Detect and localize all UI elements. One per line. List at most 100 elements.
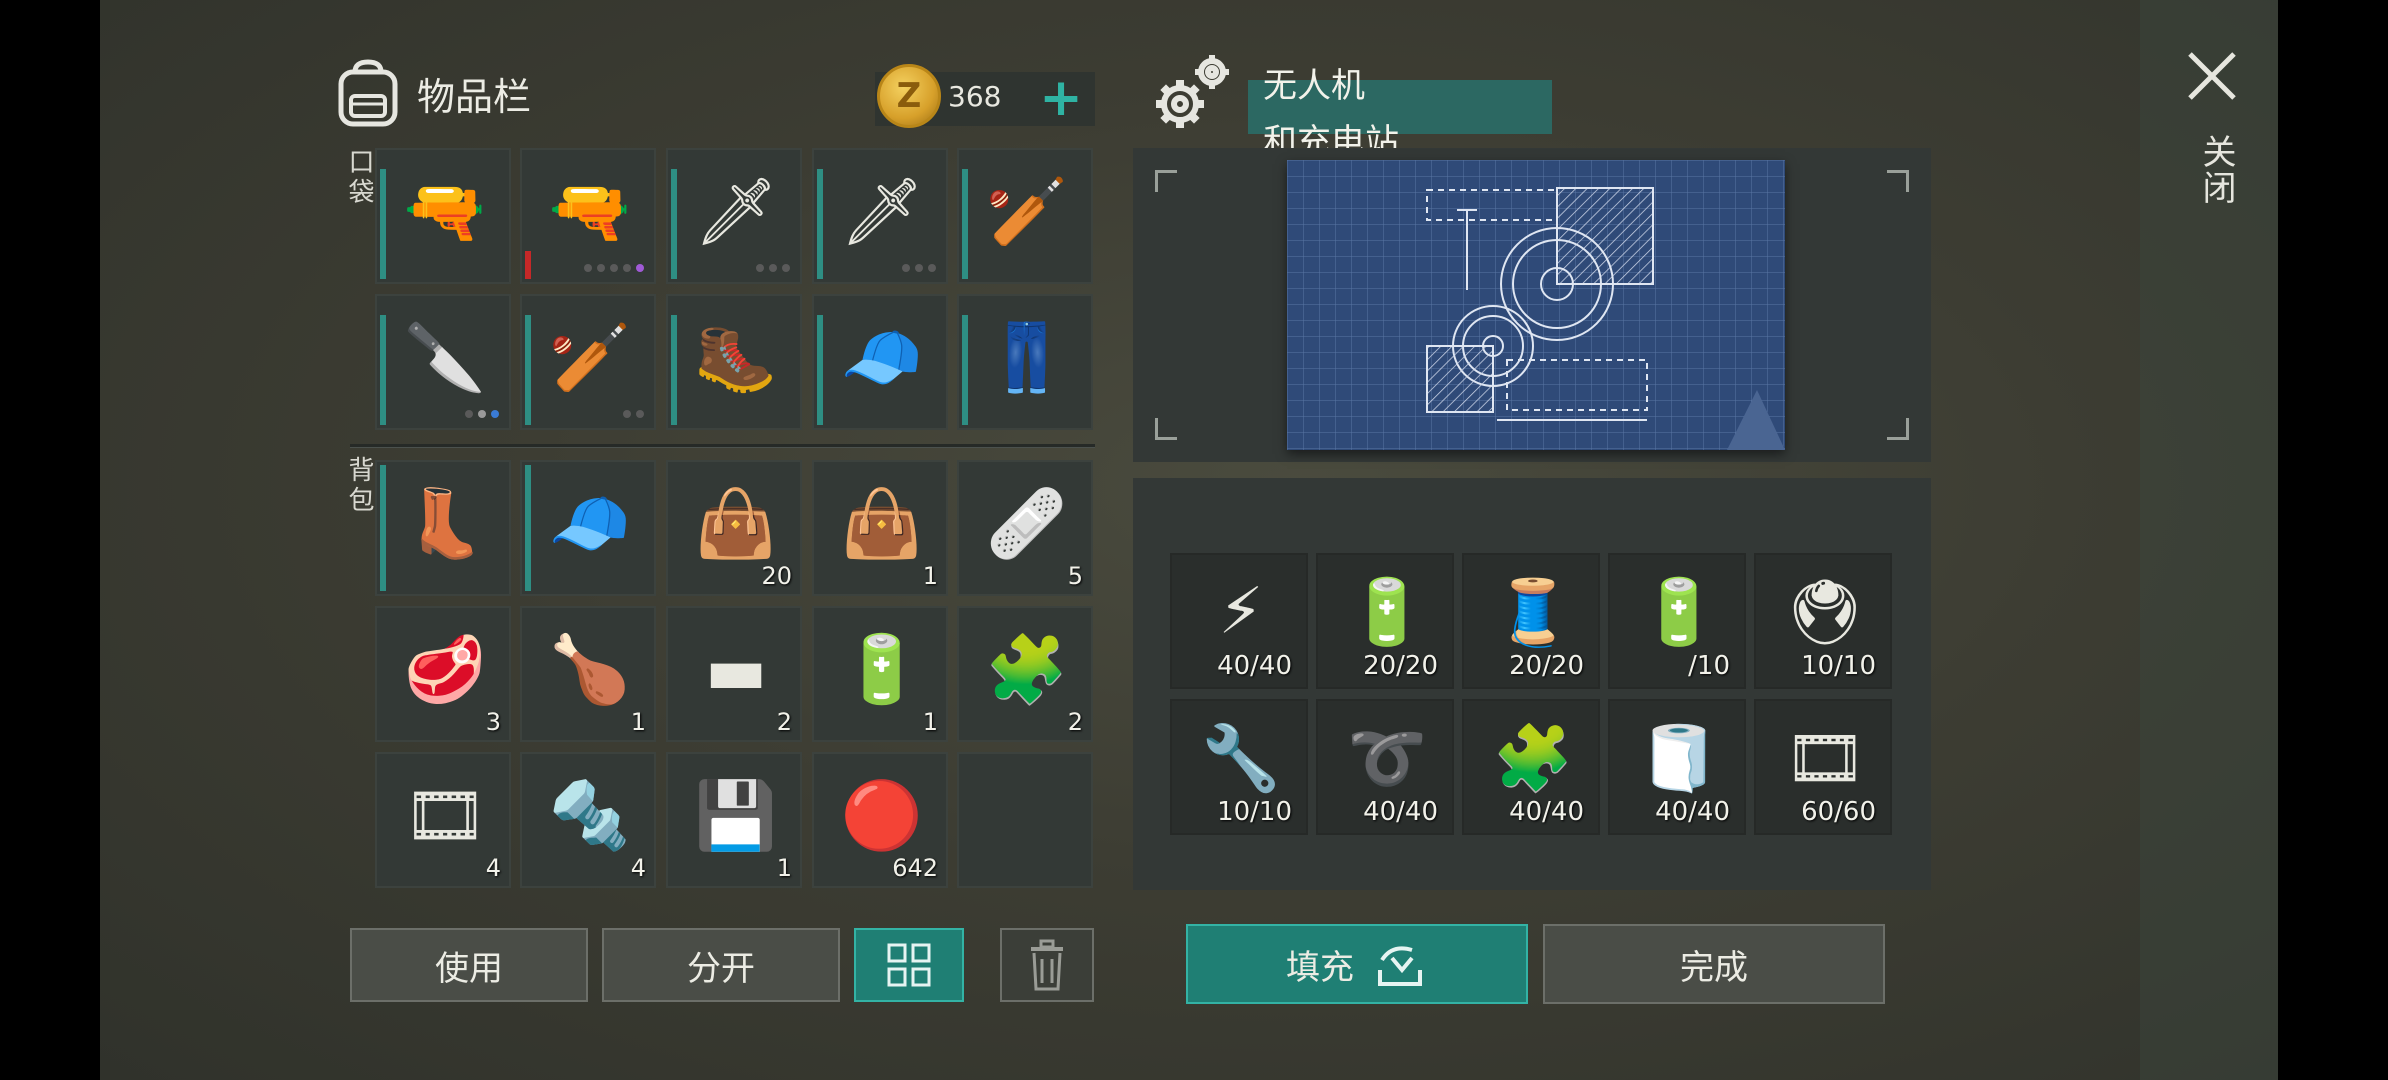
coin-amount: 368 bbox=[948, 80, 1002, 113]
inventory-slot[interactable]: 👖 bbox=[957, 294, 1093, 430]
quality-dot bbox=[597, 264, 605, 272]
quality-dot bbox=[769, 264, 777, 272]
baseball-bat-icon: 🏏 bbox=[548, 319, 632, 396]
material-slot[interactable]: 🔋 20/20 bbox=[1316, 553, 1454, 689]
inventory-slot[interactable]: 🔫 bbox=[520, 148, 656, 284]
use-button[interactable]: 使用 bbox=[350, 928, 588, 1002]
inventory-slot[interactable]: 👜 1 bbox=[812, 460, 948, 596]
transistor-icon: ⚡ bbox=[1218, 575, 1264, 649]
inventory-slot[interactable]: 🗡 bbox=[666, 148, 802, 284]
quality-dot bbox=[782, 264, 790, 272]
durability-bar bbox=[671, 315, 677, 425]
empty-slot[interactable] bbox=[957, 752, 1093, 888]
material-slot[interactable]: 🧵 20/20 bbox=[1462, 553, 1600, 689]
quality-dot bbox=[465, 410, 473, 418]
inventory-slot[interactable]: 🧢 bbox=[520, 460, 656, 596]
quality-dot bbox=[623, 264, 631, 272]
inventory-slot[interactable]: 🔩 4 bbox=[520, 752, 656, 888]
durability-bar bbox=[525, 465, 531, 591]
durability-bar bbox=[817, 315, 823, 425]
inventory-slot[interactable]: 🔴 642 bbox=[812, 752, 948, 888]
blue-tape-icon: 🎞 bbox=[1784, 721, 1866, 796]
inventory-slot[interactable]: 🏏 bbox=[520, 294, 656, 430]
first-aid-bag-icon: 👜 bbox=[694, 485, 778, 562]
inventory-slot[interactable]: 🎞 4 bbox=[375, 752, 511, 888]
quality-dot bbox=[928, 264, 936, 272]
durability-bar bbox=[817, 169, 823, 279]
beanie-icon: 🧢 bbox=[548, 485, 632, 562]
boots-icon: 🥾 bbox=[694, 319, 778, 396]
durability-bar bbox=[380, 169, 386, 279]
inventory-slot[interactable]: 🔫 bbox=[375, 148, 511, 284]
durability-bar bbox=[525, 251, 531, 279]
inventory-slot[interactable]: 👢 bbox=[375, 460, 511, 596]
fill-button-label: 填充 bbox=[1286, 947, 1354, 988]
split-button[interactable]: 分开 bbox=[602, 928, 840, 1002]
backpack-label: 背包 bbox=[344, 456, 374, 516]
grenade-launcher-icon: 🔫 bbox=[403, 173, 487, 250]
camo-pants-icon: 👖 bbox=[985, 319, 1069, 396]
blueprint-image bbox=[1287, 160, 1785, 450]
close-icon[interactable] bbox=[2182, 46, 2242, 106]
quality-dot bbox=[636, 410, 644, 418]
durability-bar bbox=[962, 169, 968, 279]
quality-dot bbox=[756, 264, 764, 272]
cables-icon: ➰ bbox=[1347, 721, 1427, 796]
circuit-board-icon: 🖲 bbox=[1784, 575, 1866, 650]
inventory-slot[interactable]: 🧢 bbox=[812, 294, 948, 430]
quality-dots bbox=[902, 264, 936, 272]
steak-icon: 🥩 bbox=[403, 631, 487, 708]
material-slot[interactable]: 🔧 10/10 bbox=[1170, 699, 1308, 835]
frame-corner bbox=[1887, 418, 1909, 440]
item-count: 3 bbox=[485, 708, 501, 736]
material-count: 40/40 bbox=[1217, 651, 1292, 681]
inventory-slot[interactable]: 💾 1 bbox=[666, 752, 802, 888]
durability-bar bbox=[962, 315, 968, 425]
fill-button[interactable]: 填充 bbox=[1186, 924, 1528, 1004]
delete-button[interactable] bbox=[1000, 928, 1094, 1002]
metal-ingot-icon: ▬ bbox=[704, 631, 768, 709]
inventory-slot[interactable]: 🥾 bbox=[666, 294, 802, 430]
material-slot[interactable]: ⚡ 40/40 bbox=[1170, 553, 1308, 689]
close-label[interactable]: 关闭 bbox=[2192, 134, 2241, 206]
material-slot[interactable]: 🧩 40/40 bbox=[1462, 699, 1600, 835]
material-slot[interactable]: 🔋/10 bbox=[1608, 553, 1746, 689]
shotgun-icon: 🔫 bbox=[548, 173, 632, 250]
material-slot[interactable]: 🖲 10/10 bbox=[1754, 553, 1892, 689]
material-slot[interactable]: 🎞 60/60 bbox=[1754, 699, 1892, 835]
quality-dot bbox=[623, 410, 631, 418]
sort-button[interactable] bbox=[854, 928, 964, 1002]
inventory-slot[interactable]: 🥩 3 bbox=[375, 606, 511, 742]
inventory-slot[interactable]: 🔪 bbox=[375, 294, 511, 430]
add-coins-button[interactable]: + bbox=[1036, 68, 1086, 128]
frame-corner bbox=[1887, 170, 1909, 192]
fiberglass-icon: 🧻 bbox=[1639, 721, 1719, 796]
inventory-slot[interactable]: 🏏 bbox=[957, 148, 1093, 284]
inventory-slot[interactable]: 🗡 bbox=[812, 148, 948, 284]
inventory-slot[interactable]: 🧩 2 bbox=[957, 606, 1093, 742]
item-count: 2 bbox=[1067, 708, 1083, 736]
complete-button[interactable]: 完成 bbox=[1543, 924, 1885, 1004]
material-slot[interactable]: 🧻 40/40 bbox=[1608, 699, 1746, 835]
coin-icon: Z bbox=[877, 64, 941, 128]
material-slot[interactable]: ➰ 40/40 bbox=[1316, 699, 1454, 835]
camo-cap-icon: 🧢 bbox=[840, 319, 924, 396]
quality-dots bbox=[465, 410, 499, 418]
quality-dot bbox=[478, 410, 486, 418]
inventory-header: 物品栏 bbox=[335, 58, 531, 128]
inventory-slot[interactable]: 🍗 1 bbox=[520, 606, 656, 742]
material-count: 60/60 bbox=[1801, 797, 1876, 827]
inventory-slot[interactable]: 🩹 5 bbox=[957, 460, 1093, 596]
material-count: /10 bbox=[1688, 651, 1730, 681]
quality-dot bbox=[491, 410, 499, 418]
inventory-slot[interactable]: ▬ 2 bbox=[666, 606, 802, 742]
quality-dot bbox=[902, 264, 910, 272]
hydraulic-piston-icon: 🔧 bbox=[1201, 721, 1281, 796]
material-count: 40/40 bbox=[1655, 797, 1730, 827]
item-count: 642 bbox=[892, 854, 938, 882]
nuts-bolts-icon: 🔩 bbox=[548, 777, 632, 854]
quality-dots bbox=[756, 264, 790, 272]
inventory-slot[interactable]: 👜 20 bbox=[666, 460, 802, 596]
material-count: 20/20 bbox=[1509, 651, 1584, 681]
inventory-slot[interactable]: 🔋 1 bbox=[812, 606, 948, 742]
